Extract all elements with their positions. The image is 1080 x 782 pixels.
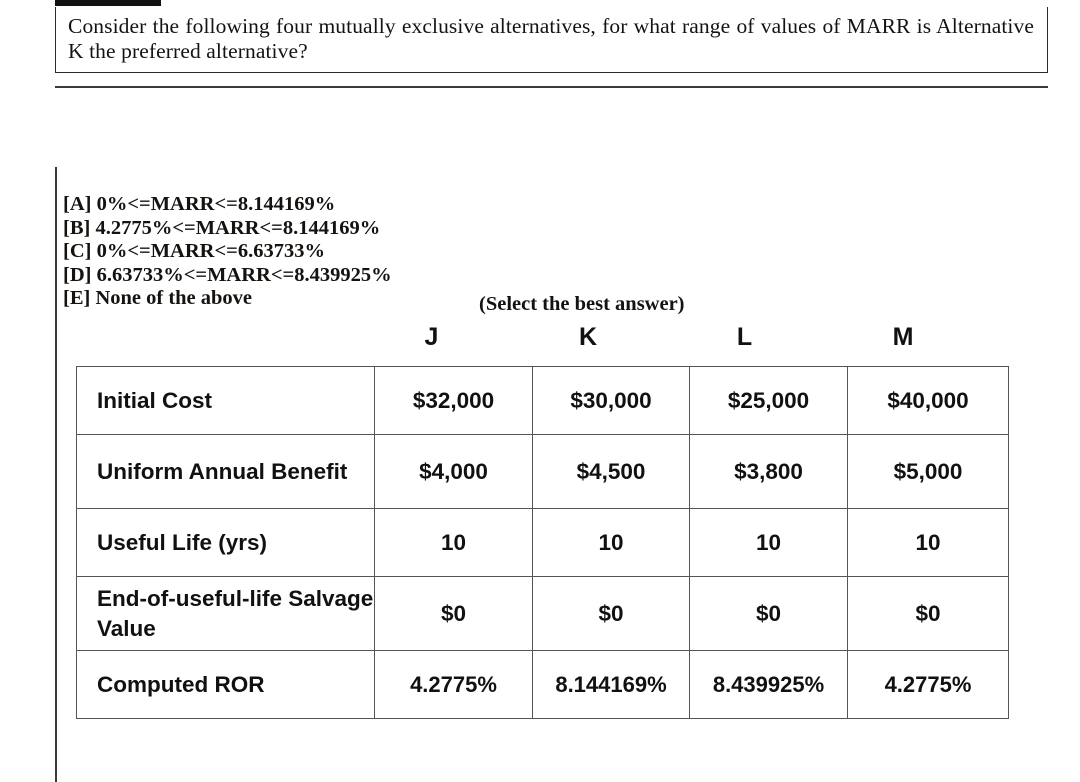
cell-salvage-value-l: $0 — [689, 576, 848, 651]
answer-choice-d-text: 6.63733%<=MARR<=8.439925% — [96, 263, 392, 286]
question-box: Consider the following four mutually exc… — [55, 7, 1048, 73]
row-label-salvage-value: End-of-useful-life Salvage Value — [76, 576, 375, 651]
select-best-answer-note: (Select the best answer) — [479, 293, 685, 315]
answer-choice-e-text: None of the above — [95, 287, 253, 309]
answer-choice-b-tag: [B] — [63, 216, 91, 239]
cell-computed-ror-m: 4.2775% — [847, 650, 1009, 719]
answer-choice-b[interactable]: [B] 4.2775%<=MARR<=8.144169% — [63, 217, 683, 241]
table-row: End-of-useful-life Salvage Value $0 $0 $… — [76, 576, 1009, 651]
answer-choice-c-text: 0%<=MARR<=6.63733% — [96, 240, 325, 262]
cell-initial-cost-l: $25,000 — [689, 366, 848, 435]
table-row: Useful Life (yrs) 10 10 10 10 — [76, 508, 1009, 577]
section-divider-rule — [55, 86, 1048, 88]
cell-initial-cost-j: $32,000 — [374, 366, 533, 435]
answer-choice-b-text: 4.2775%<=MARR<=8.144169% — [95, 216, 381, 239]
table-row: Uniform Annual Benefit $4,000 $4,500 $3,… — [76, 434, 1009, 509]
table-row: Initial Cost $32,000 $30,000 $25,000 $40… — [76, 366, 1009, 435]
cell-uniform-annual-benefit-m: $5,000 — [847, 434, 1009, 509]
cell-uniform-annual-benefit-k: $4,500 — [532, 434, 690, 509]
answer-choice-d[interactable]: [D] 6.63733%<=MARR<=8.439925% — [63, 264, 683, 288]
question-text: Consider the following four mutually exc… — [68, 14, 1034, 63]
cell-salvage-value-m: $0 — [847, 576, 1009, 651]
column-header-k: K — [578, 323, 598, 351]
column-header-j: J — [424, 323, 439, 351]
cell-computed-ror-j: 4.2775% — [374, 650, 533, 719]
cell-uniform-annual-benefit-j: $4,000 — [374, 434, 533, 509]
cell-salvage-value-k: $0 — [532, 576, 690, 651]
row-label-initial-cost: Initial Cost — [76, 366, 375, 435]
cell-initial-cost-k: $30,000 — [532, 366, 690, 435]
cell-initial-cost-m: $40,000 — [847, 366, 1009, 435]
answer-choice-c-tag: [C] — [63, 240, 92, 262]
left-margin-rule — [55, 167, 57, 782]
answer-choice-a-tag: [A] — [63, 193, 92, 215]
cell-useful-life-l: 10 — [689, 508, 848, 577]
row-label-computed-ror: Computed ROR — [76, 650, 375, 719]
cell-uniform-annual-benefit-l: $3,800 — [689, 434, 848, 509]
alternative-column-headers: J K L M — [353, 320, 983, 354]
answer-choice-d-tag: [D] — [63, 263, 92, 286]
alternatives-table: Initial Cost $32,000 $30,000 $25,000 $40… — [76, 366, 1009, 719]
answer-choice-a[interactable]: [A] 0%<=MARR<=8.144169% — [63, 193, 683, 217]
cell-useful-life-m: 10 — [847, 508, 1009, 577]
row-label-useful-life: Useful Life (yrs) — [76, 508, 375, 577]
cell-salvage-value-j: $0 — [374, 576, 533, 651]
cell-computed-ror-l: 8.439925% — [689, 650, 848, 719]
answer-choice-c[interactable]: [C] 0%<=MARR<=6.63733% — [63, 240, 683, 264]
cell-useful-life-j: 10 — [374, 508, 533, 577]
cell-computed-ror-k: 8.144169% — [532, 650, 690, 719]
top-redaction-bar — [55, 0, 161, 6]
row-label-uniform-annual-benefit: Uniform Annual Benefit — [76, 434, 375, 509]
column-header-l: L — [736, 323, 753, 351]
column-header-m: M — [892, 323, 914, 351]
cell-useful-life-k: 10 — [532, 508, 690, 577]
table-row: Computed ROR 4.2775% 8.144169% 8.439925%… — [76, 650, 1009, 719]
answer-choice-e-tag: [E] — [63, 287, 91, 309]
answer-choice-a-text: 0%<=MARR<=8.144169% — [96, 193, 336, 215]
